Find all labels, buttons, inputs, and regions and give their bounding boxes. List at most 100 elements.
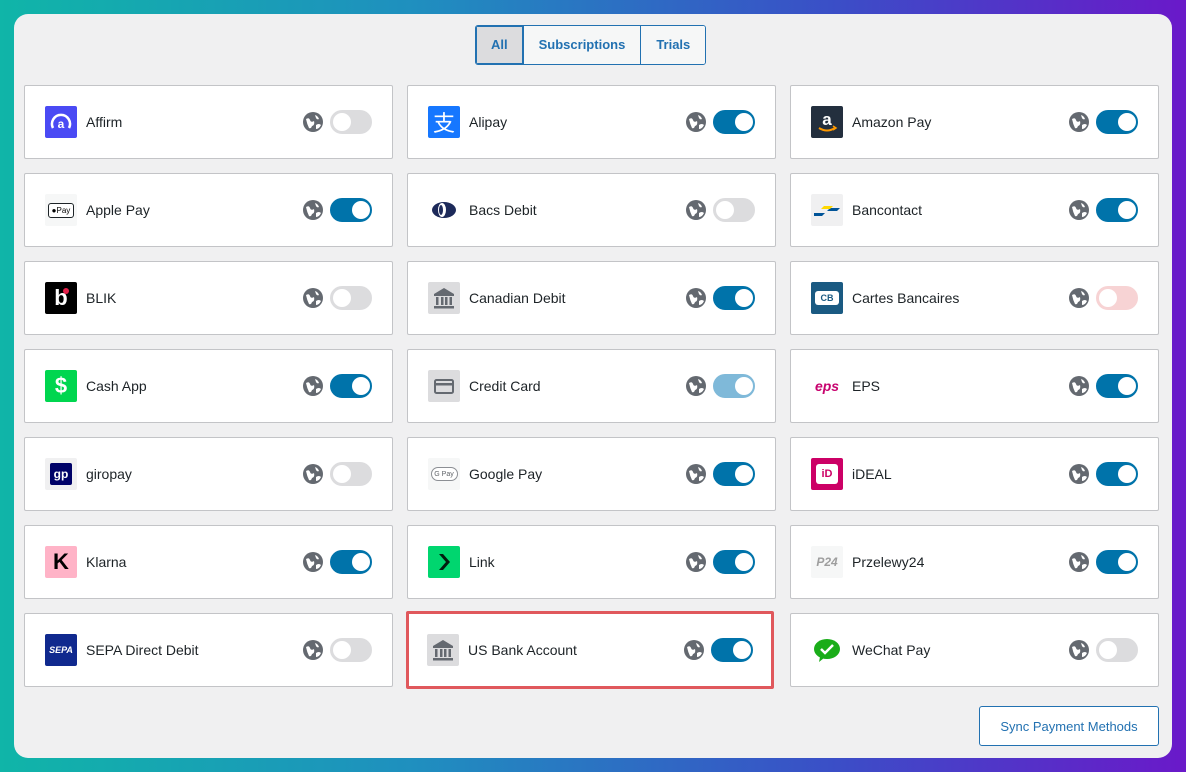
- method-name: iDEAL: [852, 466, 892, 482]
- globe-icon[interactable]: [685, 551, 707, 573]
- filter-tabs: All Subscriptions Trials: [475, 25, 707, 65]
- svg-text:a: a: [58, 117, 65, 131]
- payment-method-przelewy24: P24 Przelewy24: [790, 525, 1159, 599]
- globe-icon[interactable]: [1068, 375, 1090, 397]
- globe-icon[interactable]: [1068, 551, 1090, 573]
- payment-method-link: Link: [407, 525, 776, 599]
- enable-toggle[interactable]: [713, 462, 755, 486]
- apple-pay-logo: ● Pay: [45, 194, 77, 226]
- method-name: SEPA Direct Debit: [86, 642, 199, 658]
- globe-icon[interactable]: [302, 287, 324, 309]
- payment-method-blik: b BLIK: [24, 261, 393, 335]
- globe-icon[interactable]: [685, 375, 707, 397]
- enable-toggle[interactable]: [1096, 286, 1138, 310]
- eps-logo: eps: [811, 370, 843, 402]
- globe-icon[interactable]: [683, 639, 705, 661]
- globe-icon[interactable]: [302, 199, 324, 221]
- blik-logo: b: [45, 282, 77, 314]
- globe-icon[interactable]: [1068, 287, 1090, 309]
- method-name: WeChat Pay: [852, 642, 931, 658]
- bancontact-logo: [811, 194, 843, 226]
- ideal-logo: iD: [811, 458, 843, 490]
- payment-method-bancontact: Bancontact: [790, 173, 1159, 247]
- method-name: US Bank Account: [468, 642, 577, 658]
- method-name: BLIK: [86, 290, 117, 306]
- globe-icon[interactable]: [1068, 639, 1090, 661]
- enable-toggle[interactable]: [1096, 198, 1138, 222]
- method-name: Credit Card: [469, 378, 541, 394]
- enable-toggle[interactable]: [713, 550, 755, 574]
- payment-method-eps: eps EPS: [790, 349, 1159, 423]
- globe-icon[interactable]: [302, 111, 324, 133]
- globe-icon[interactable]: [302, 375, 324, 397]
- method-name: Affirm: [86, 114, 123, 130]
- payment-method-wechat-pay: WeChat Pay: [790, 613, 1159, 687]
- payment-method-sepa: SEPA SEPA Direct Debit: [24, 613, 393, 687]
- tab-trials[interactable]: Trials: [641, 26, 706, 64]
- method-name: Bancontact: [852, 202, 923, 218]
- enable-toggle[interactable]: [330, 110, 372, 134]
- alipay-logo: 支: [428, 106, 460, 138]
- enable-toggle[interactable]: [330, 462, 372, 486]
- payment-method-canadian-debit: Canadian Debit: [407, 261, 776, 335]
- payment-method-klarna: K Klarna: [24, 525, 393, 599]
- bank-icon: [428, 282, 460, 314]
- payment-method-cartes-bancaires: CB Cartes Bancaires: [790, 261, 1159, 335]
- method-name: Amazon Pay: [852, 114, 932, 130]
- method-name: giropay: [86, 466, 132, 482]
- globe-icon[interactable]: [1068, 111, 1090, 133]
- enable-toggle[interactable]: [1096, 374, 1138, 398]
- tab-subscriptions[interactable]: Subscriptions: [523, 26, 642, 64]
- cartes-bancaires-logo: CB: [811, 282, 843, 314]
- enable-toggle[interactable]: [713, 110, 755, 134]
- enable-toggle[interactable]: [330, 286, 372, 310]
- payment-method-credit-card: Credit Card: [407, 349, 776, 423]
- globe-icon[interactable]: [685, 287, 707, 309]
- enable-toggle[interactable]: [330, 550, 372, 574]
- method-name: Przelewy24: [852, 554, 925, 570]
- wechat-pay-logo: [811, 634, 843, 666]
- enable-toggle[interactable]: [330, 638, 372, 662]
- globe-icon[interactable]: [302, 639, 324, 661]
- amazon-pay-logo: a: [811, 106, 843, 138]
- enable-toggle[interactable]: [1096, 462, 1138, 486]
- globe-icon[interactable]: [302, 463, 324, 485]
- enable-toggle[interactable]: [1096, 550, 1138, 574]
- enable-toggle[interactable]: [330, 374, 372, 398]
- tab-all[interactable]: All: [476, 26, 524, 64]
- enable-toggle[interactable]: [1096, 110, 1138, 134]
- payment-method-us-bank-account: US Bank Account: [406, 611, 774, 689]
- enable-toggle[interactable]: [713, 198, 755, 222]
- method-name: Alipay: [469, 114, 508, 130]
- globe-icon[interactable]: [1068, 463, 1090, 485]
- bank-icon: [427, 634, 459, 666]
- globe-icon[interactable]: [302, 551, 324, 573]
- payment-method-giropay: gp giropay: [24, 437, 393, 511]
- method-name: Link: [469, 554, 495, 570]
- sync-payment-methods-button[interactable]: Sync Payment Methods: [979, 706, 1159, 746]
- payment-method-google-pay: G Pay Google Pay: [407, 437, 776, 511]
- enable-toggle[interactable]: [330, 198, 372, 222]
- enable-toggle[interactable]: [1096, 638, 1138, 662]
- sepa-logo: SEPA: [45, 634, 77, 666]
- enable-toggle[interactable]: [711, 638, 753, 662]
- method-name: Cartes Bancaires: [852, 290, 960, 306]
- google-pay-logo: G Pay: [428, 458, 460, 490]
- klarna-logo: K: [45, 546, 77, 578]
- payment-method-alipay: 支 Alipay: [407, 85, 776, 159]
- globe-icon[interactable]: [685, 111, 707, 133]
- affirm-logo: a: [45, 106, 77, 138]
- globe-icon[interactable]: [685, 463, 707, 485]
- cash-app-logo: $: [45, 370, 77, 402]
- payment-method-apple-pay: ● Pay Apple Pay: [24, 173, 393, 247]
- payment-methods-panel: All Subscriptions Trials a Affirm 支 Alip…: [14, 14, 1172, 758]
- payment-method-ideal: iD iDEAL: [790, 437, 1159, 511]
- method-name: EPS: [852, 378, 881, 394]
- enable-toggle[interactable]: [713, 374, 755, 398]
- przelewy24-logo: P24: [811, 546, 843, 578]
- globe-icon[interactable]: [1068, 199, 1090, 221]
- method-name: Bacs Debit: [469, 202, 537, 218]
- enable-toggle[interactable]: [713, 286, 755, 310]
- payment-method-cash-app: $ Cash App: [24, 349, 393, 423]
- globe-icon[interactable]: [685, 199, 707, 221]
